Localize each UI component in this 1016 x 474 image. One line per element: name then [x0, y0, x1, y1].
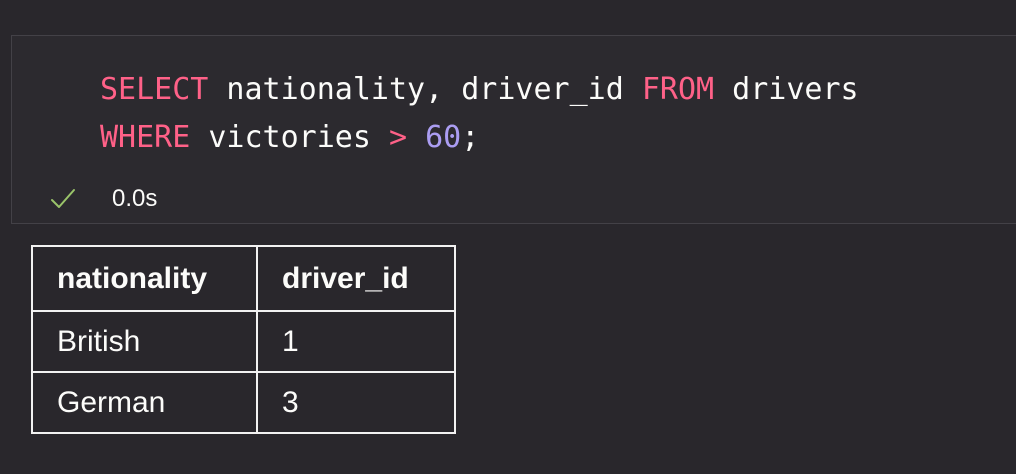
sql-keyword: SELECT — [100, 72, 209, 107]
table-row: British 1 — [31, 310, 456, 373]
table-cell: German — [31, 371, 258, 434]
code-line: SELECT nationality, driver_id FROM drive… — [100, 72, 859, 107]
sql-text: drivers — [714, 72, 859, 107]
sql-keyword: FROM — [641, 72, 715, 107]
sql-keyword: > — [389, 120, 408, 155]
sql-text: victories — [190, 120, 389, 155]
sql-keyword: WHERE — [100, 120, 191, 155]
code-line: WHERE victories > 60; — [100, 120, 479, 155]
result-table: nationality driver_id British 1 German 3 — [31, 245, 456, 434]
table-cell: 3 — [256, 371, 456, 434]
notebook-page: SELECT nationality, driver_id FROM drive… — [0, 0, 1016, 474]
check-icon — [50, 186, 76, 212]
sql-text: ; — [461, 120, 480, 155]
execution-time: 0.0s — [112, 185, 158, 212]
sql-text: nationality, driver_id — [208, 72, 642, 107]
sql-number: 60 — [425, 120, 462, 155]
table-cell: British — [31, 310, 258, 373]
table-header-row: nationality driver_id — [31, 245, 456, 312]
column-header: driver_id — [256, 245, 456, 312]
table-cell: 1 — [256, 310, 456, 373]
table-row: German 3 — [31, 371, 456, 434]
execution-status: 0.0s — [50, 182, 157, 216]
sql-code[interactable]: SELECT nationality, driver_id FROM drive… — [100, 66, 859, 162]
column-header: nationality — [31, 245, 258, 312]
